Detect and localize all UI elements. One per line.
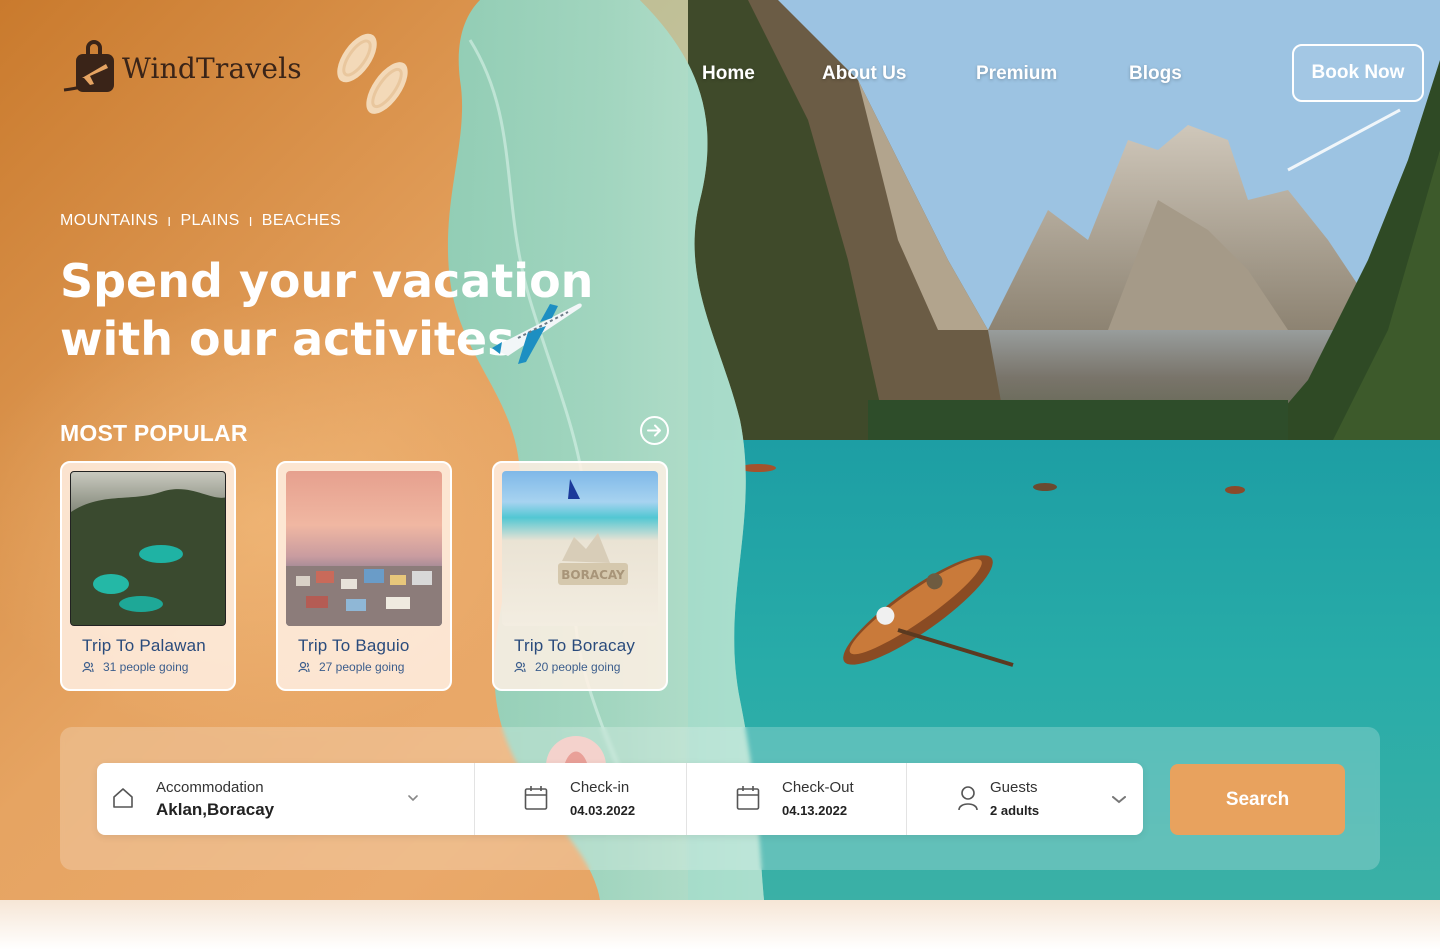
trip-meta: 20 people going (514, 660, 658, 674)
trip-title: Trip To Baguio (298, 636, 410, 655)
checkin-value: 04.03.2022 (570, 803, 636, 818)
guests-value: 2 adults (990, 803, 1040, 818)
trip-thumbnail: BORACAY (502, 471, 658, 626)
checkin-field[interactable]: Check-in 04.03.2022 (475, 763, 687, 835)
arrow-right-icon (647, 424, 661, 437)
page-bottom-fade (0, 900, 1440, 950)
chevron-down-icon[interactable] (408, 795, 418, 802)
nav-blogs[interactable]: Blogs (1129, 63, 1182, 85)
trip-card-boracay[interactable]: BORACAY Trip To Boracay 20 people going (492, 461, 668, 691)
calendar-icon (736, 786, 760, 810)
category-separator: I (248, 213, 253, 229)
people-icon (82, 661, 94, 673)
baguio-photo (286, 566, 442, 626)
accommodation-label: Accommodation (156, 779, 264, 796)
svg-text:BORACAY: BORACAY (561, 568, 625, 582)
book-now-button[interactable]: Book Now (1292, 44, 1424, 102)
airplane-icon (492, 303, 582, 364)
guests-label: Guests (990, 779, 1038, 796)
category-links: MOUNTAINS I PLAINS I BEACHES (60, 212, 341, 230)
checkout-label: Check-Out (782, 779, 854, 796)
beach-ball-decoration (546, 736, 606, 766)
checkin-label: Check-in (570, 779, 630, 796)
people-going: 31 people going (103, 660, 189, 674)
search-button[interactable]: Search (1170, 764, 1345, 835)
home-icon (113, 788, 133, 808)
person-icon (958, 786, 978, 811)
trip-thumbnail (286, 471, 442, 626)
guests-field[interactable]: Guests 2 adults (907, 763, 1143, 835)
trip-card-palawan[interactable]: Trip To Palawan 31 people going (60, 461, 236, 691)
chevron-down-icon[interactable] (1112, 796, 1126, 804)
category-plains[interactable]: PLAINS (180, 212, 239, 230)
boracay-photo: BORACAY (558, 479, 628, 585)
trip-thumbnail (70, 471, 226, 626)
category-separator: I (167, 213, 172, 229)
category-mountains[interactable]: MOUNTAINS (60, 212, 158, 230)
trip-card-baguio[interactable]: Trip To Baguio 27 people going (276, 461, 452, 691)
hero-section: WindTravels Home About Us Premium Blogs … (0, 0, 1440, 900)
nav-premium[interactable]: Premium (976, 63, 1057, 85)
category-beaches[interactable]: BEACHES (262, 212, 341, 230)
most-popular-title: MOST POPULAR (60, 420, 248, 446)
trip-title: Trip To Boracay (514, 636, 636, 655)
checkout-field[interactable]: Check-Out 04.13.2022 (687, 763, 907, 835)
calendar-icon (524, 786, 548, 810)
booking-search-bar: Accommodation Aklan,Boracay Check-in 04.… (97, 763, 1143, 835)
main-nav: Home About Us Premium Blogs (0, 63, 1440, 93)
nav-home[interactable]: Home (702, 63, 755, 85)
people-going: 20 people going (535, 660, 621, 674)
people-going: 27 people going (319, 660, 405, 674)
palawan-photo (71, 489, 225, 625)
trip-title: Trip To Palawan (82, 636, 206, 655)
carousel-next-button[interactable] (640, 416, 669, 445)
accommodation-value: Aklan,Boracay (156, 800, 275, 819)
people-icon (298, 661, 310, 673)
checkout-value: 04.13.2022 (782, 803, 848, 818)
headline-line-2: with our activites (60, 312, 515, 366)
nav-about-us[interactable]: About Us (822, 63, 906, 85)
accommodation-field[interactable]: Accommodation Aklan,Boracay (97, 763, 475, 835)
people-icon (514, 661, 526, 673)
trip-meta: 27 people going (298, 660, 442, 674)
trip-meta: 31 people going (82, 660, 226, 674)
